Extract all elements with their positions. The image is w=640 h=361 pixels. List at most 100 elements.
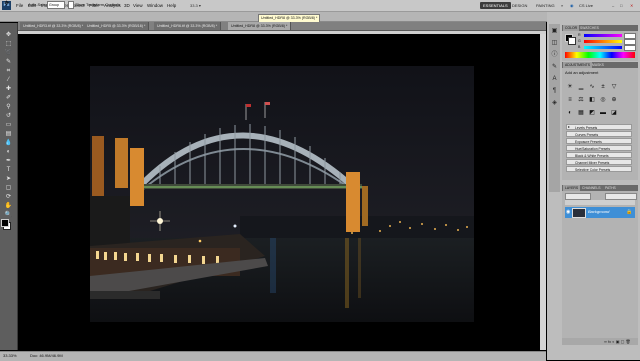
preset-black-white[interactable]: Black & White Presets: [566, 152, 632, 158]
close-icon[interactable]: ✕: [630, 2, 633, 9]
selective-color-icon[interactable]: ◪: [611, 110, 617, 116]
blur-tool-icon[interactable]: 💧: [3, 140, 14, 147]
color-background-swatch[interactable]: [568, 37, 576, 45]
foreground-color-swatch[interactable]: [1, 219, 9, 227]
workspace-more[interactable]: »: [561, 2, 563, 9]
black-white-icon[interactable]: ◧: [589, 97, 595, 103]
minimize-icon[interactable]: –: [612, 2, 614, 9]
navigator-panel-icon[interactable]: ◫: [551, 40, 558, 47]
brushes-panel-icon[interactable]: ✎: [551, 64, 558, 71]
paragraph-panel-icon[interactable]: ¶: [551, 88, 558, 95]
history-brush-tool-icon[interactable]: ↺: [3, 113, 14, 120]
menu-help[interactable]: Help: [167, 2, 176, 9]
opacity-field[interactable]: [605, 193, 637, 200]
preset-levels[interactable]: Levels Presets: [566, 124, 632, 130]
brush-tool-icon[interactable]: ✐: [3, 95, 14, 102]
cs-live-button[interactable]: CS Live: [579, 2, 593, 9]
slider-label-r: R: [578, 33, 581, 37]
tab-adjustments[interactable]: ADJUSTMENTS: [563, 62, 593, 68]
add-adjustment-title: Add an adjustment: [565, 70, 599, 75]
preset-hue-saturation[interactable]: Hue/Saturation Presets: [566, 145, 632, 151]
move-tool-icon[interactable]: ✥: [3, 32, 14, 39]
preset-selective-color[interactable]: Selective Color Presets: [566, 166, 632, 172]
move-tool-icon[interactable]: ✥: [4, 1, 9, 8]
auto-select-value: Group: [49, 3, 59, 7]
layers-footer-icons[interactable]: ∞ fx ◐ ▣ ▢ 🗑: [604, 339, 631, 344]
character-panel-icon[interactable]: A: [551, 76, 558, 83]
tab-untitled-hdr6[interactable]: Untitled_HDR6.tif @ 33.3% (RGB/8) *: [154, 22, 222, 30]
levels-icon[interactable]: ▁: [578, 84, 584, 90]
tab-untitled-hdr8[interactable]: Untitled_HDR8 @ 33.3% (RGB/8) *: [228, 22, 292, 30]
zoom-level-control[interactable]: 33.3 ▾: [190, 2, 201, 9]
menu-window[interactable]: Window: [147, 2, 163, 9]
chevron-right-icon: ▸: [568, 124, 571, 129]
tab-channels[interactable]: CHANNELS: [580, 185, 602, 191]
vertical-scrollbar[interactable]: [540, 34, 546, 350]
brightness-contrast-icon[interactable]: ☀: [567, 84, 573, 90]
cs-live-icon[interactable]: ◉: [570, 2, 574, 9]
layer-thumbnail: [572, 208, 586, 218]
hand-tool-icon[interactable]: ✋: [3, 203, 14, 210]
gradient-map-icon[interactable]: ▬: [600, 110, 606, 116]
maximize-icon[interactable]: □: [620, 2, 622, 9]
preset-exposure[interactable]: Exposure Presets: [566, 138, 632, 144]
color-balance-icon[interactable]: ⚖: [578, 97, 584, 103]
tab-masks[interactable]: MASKS: [590, 62, 606, 68]
slider-label-b: B: [578, 45, 581, 49]
eraser-tool-icon[interactable]: ▭: [3, 122, 14, 129]
gradient-tool-icon[interactable]: ▤: [3, 131, 14, 138]
color-ramp[interactable]: [565, 52, 635, 58]
quick-select-tool-icon[interactable]: ✎: [3, 59, 14, 66]
dodge-tool-icon[interactable]: ◐: [3, 149, 14, 156]
menu-3d[interactable]: 3D: [124, 2, 130, 9]
history-panel-icon[interactable]: ▣: [551, 28, 558, 35]
blue-value-field[interactable]: [624, 45, 636, 51]
tab-untitled-hdr5[interactable]: Untitled_HDR5 @ 33.3% (RGB/16) *: [84, 22, 150, 30]
tab-layers[interactable]: LAYERS: [563, 185, 581, 191]
path-selection-tool-icon[interactable]: ➤: [3, 176, 14, 183]
vibrance-icon[interactable]: ▽: [611, 84, 617, 90]
eyedropper-tool-icon[interactable]: ⁄: [3, 77, 14, 84]
crop-tool-icon[interactable]: ⌗: [3, 68, 14, 75]
status-zoom[interactable]: 33.33%: [3, 352, 17, 359]
3d-rotate-tool-icon[interactable]: ⟳: [3, 194, 14, 201]
show-transform-checkbox[interactable]: [68, 1, 74, 9]
tab-swatches[interactable]: SWATCHES: [578, 25, 601, 31]
info-panel-icon[interactable]: ⓘ: [551, 52, 558, 59]
pen-tool-icon[interactable]: ✒: [3, 158, 14, 165]
posterize-icon[interactable]: ▦: [578, 110, 584, 116]
blend-mode-dropdown[interactable]: [565, 193, 591, 200]
eye-icon[interactable]: ◉: [566, 209, 570, 215]
menu-view[interactable]: View: [133, 2, 143, 9]
clone-stamp-tool-icon[interactable]: ⚲: [3, 104, 14, 111]
tab-paths[interactable]: PATHS: [603, 185, 618, 191]
lasso-tool-icon[interactable]: ➰: [3, 50, 14, 57]
invert-icon[interactable]: ◐: [567, 110, 573, 116]
red-slider[interactable]: [584, 34, 622, 37]
exposure-icon[interactable]: ±: [600, 84, 606, 90]
type-tool-icon[interactable]: T: [3, 167, 14, 174]
shape-tool-icon[interactable]: ▢: [3, 185, 14, 192]
curves-icon[interactable]: ∿: [589, 84, 595, 90]
3d-panel-icon[interactable]: ◈: [551, 100, 558, 107]
threshold-icon[interactable]: ◩: [589, 110, 595, 116]
menu-file[interactable]: File: [16, 2, 23, 9]
layer-name[interactable]: Background: [588, 209, 609, 214]
tab-untitled-hdr3[interactable]: Untitled_HDR3.tif @ 33.3% (RGB/8) *: [20, 22, 88, 30]
hue-saturation-icon[interactable]: ≡: [567, 97, 573, 103]
workspace-painting[interactable]: PAINTING: [536, 2, 555, 9]
channel-mixer-icon[interactable]: ⊕: [611, 97, 617, 103]
auto-select-dropdown[interactable]: Group: [47, 1, 65, 9]
workspace-design[interactable]: DESIGN: [512, 2, 527, 9]
blue-slider[interactable]: [584, 46, 622, 49]
marquee-tool-icon[interactable]: ⬚: [3, 41, 14, 48]
tab-color[interactable]: COLOR: [563, 25, 580, 31]
photo-filter-icon[interactable]: ◎: [600, 97, 606, 103]
workspace-essentials[interactable]: ESSENTIALS: [480, 2, 511, 9]
document-image-harbour-bridge-night[interactable]: [90, 66, 474, 322]
preset-curves[interactable]: Curves Presets: [566, 131, 632, 137]
preset-channel-mixer[interactable]: Channel Mixer Presets: [566, 159, 632, 165]
green-slider[interactable]: [584, 40, 622, 43]
healing-brush-tool-icon[interactable]: ✚: [3, 86, 14, 93]
zoom-tool-icon[interactable]: 🔍: [3, 212, 14, 219]
